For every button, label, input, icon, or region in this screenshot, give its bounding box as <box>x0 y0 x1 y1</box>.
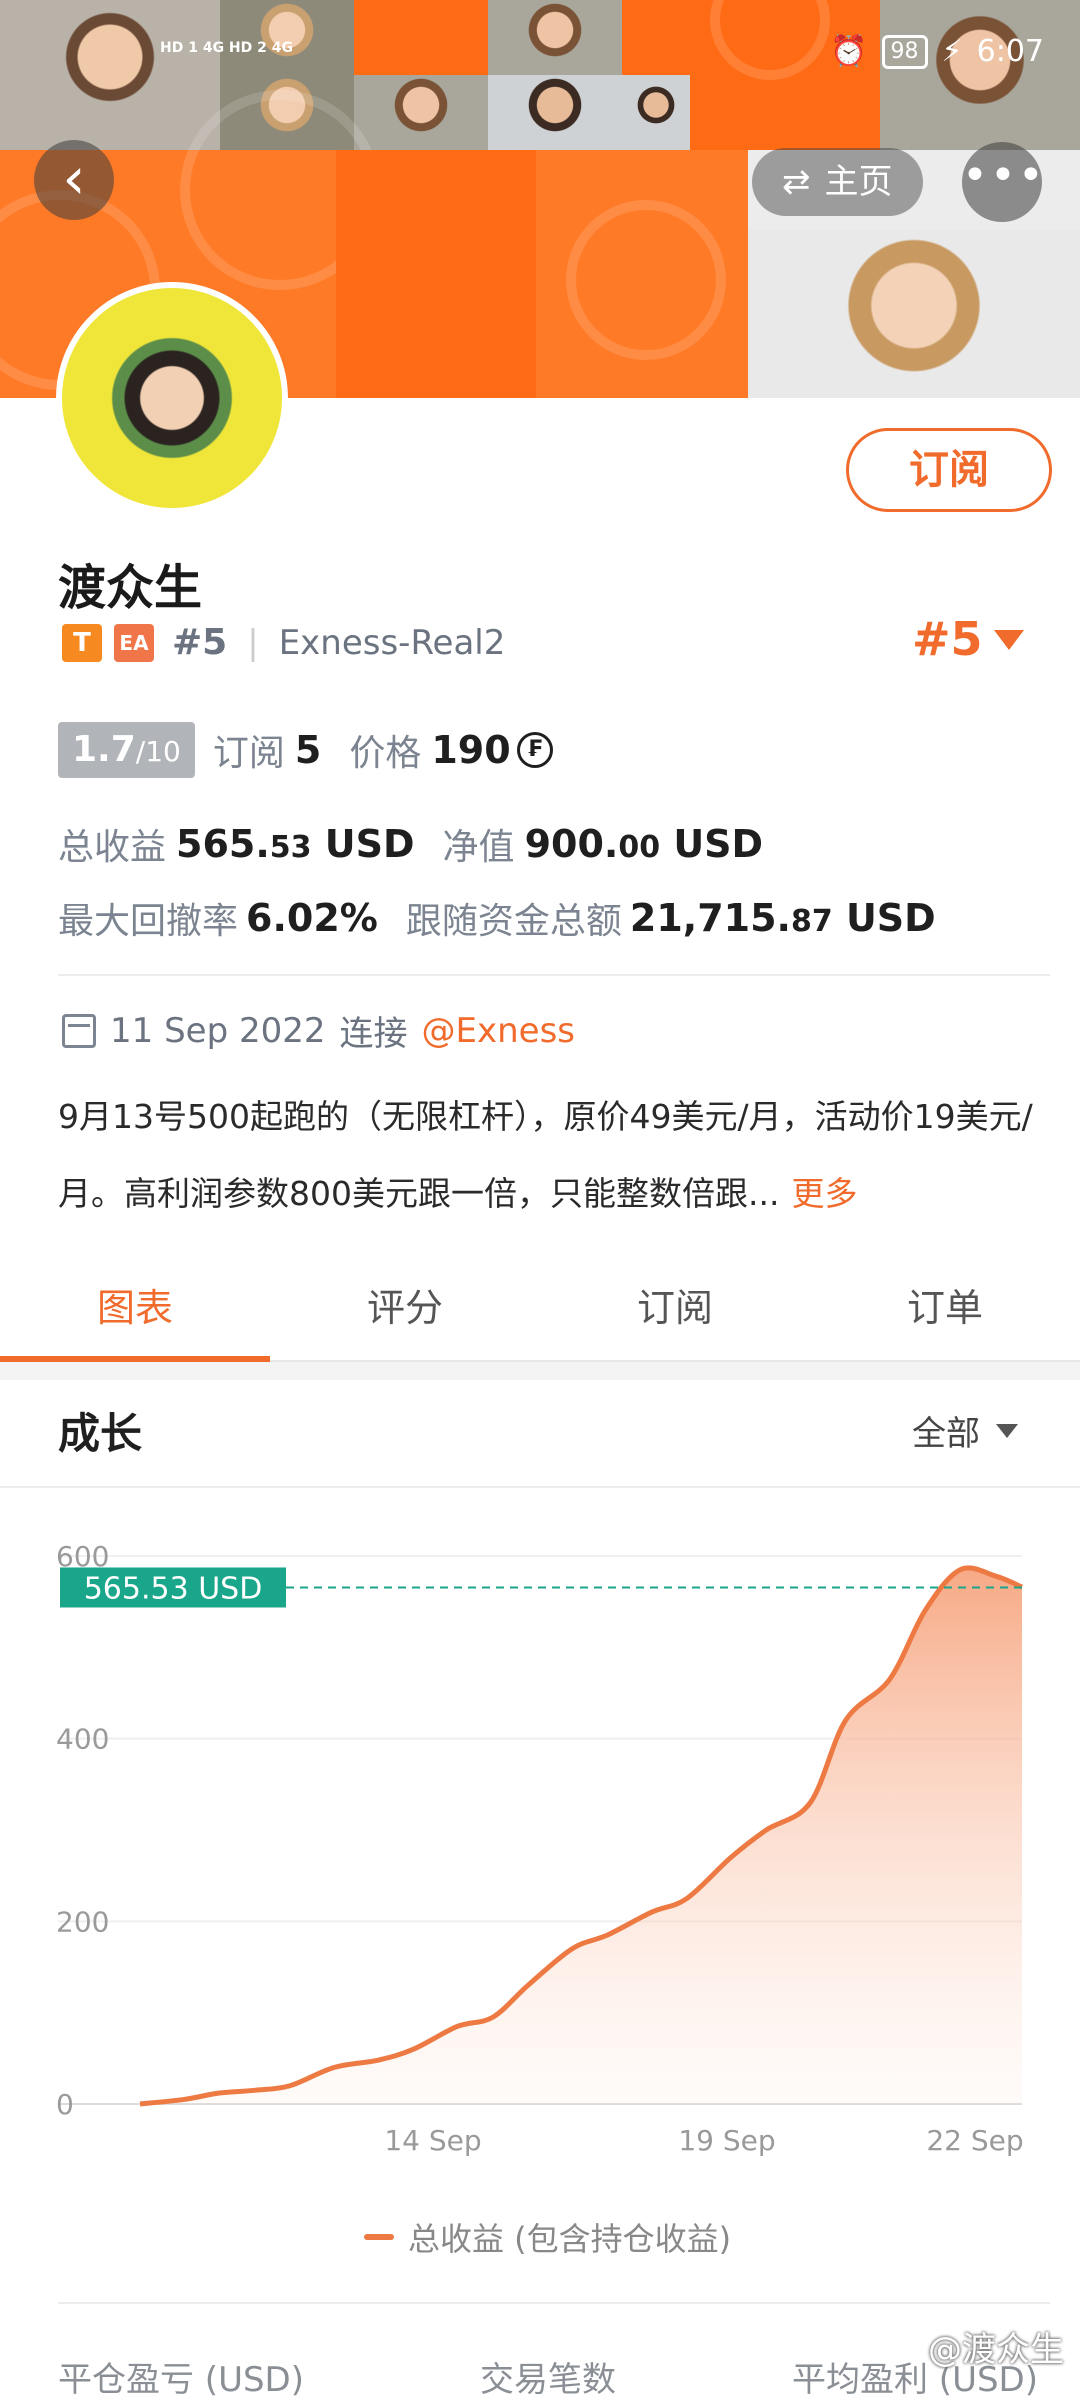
subscribe-button[interactable]: 订阅 <box>846 428 1052 512</box>
back-chevron-icon: ‹ <box>62 144 86 212</box>
rank-dropdown[interactable]: #5 <box>912 612 983 666</box>
section-title: 成长 <box>58 1409 143 1458</box>
summary-columns: 平仓盈亏 (USD) 交易笔数 平均盈利 (USD) <box>58 2352 1038 2400</box>
more-dots-icon: ••• <box>962 150 1046 201</box>
stats-row-1: 1.7/10 订阅 5 价格 190 ₣ <box>58 722 553 778</box>
tab-rating[interactable]: 评分 <box>270 1266 540 1360</box>
divider <box>0 1486 1080 1488</box>
equity-value: 900.00 USD <box>524 822 764 866</box>
alarm-icon: ⏰ <box>830 34 868 69</box>
price-value: 190 <box>431 728 511 772</box>
tab-subscriptions[interactable]: 订阅 <box>540 1266 810 1360</box>
more-link[interactable]: 更多 <box>791 1174 857 1213</box>
drawdown-value: 6.02% <box>246 896 378 940</box>
connect-label: 连接 <box>339 1014 408 1054</box>
equity-label: 净值 <box>442 827 515 868</box>
banner-pattern <box>336 150 536 398</box>
x-tick-label: 14 Sep <box>384 2124 481 2157</box>
description-text: 9月13号500起跑的（无限杠杆），原价49美元/月，活动价19美元/月。高利润… <box>58 1097 1033 1213</box>
banner-photo <box>354 75 488 150</box>
divider <box>58 974 1050 976</box>
broker-link[interactable]: @Exness <box>422 1011 576 1051</box>
network-indicator: HD 1 4G HD 2 4G <box>160 40 293 56</box>
swap-arrows-icon: ⇄ <box>782 162 811 202</box>
tag-t-badge: T <box>62 623 102 662</box>
subscriptions-value: 5 <box>294 728 322 772</box>
chart-legend: 总收益 (包含持仓收益) <box>364 2214 731 2260</box>
account-name: Exness-Real2 <box>278 622 506 663</box>
status-bar: HD 1 4G HD 2 4G ⏰ 98 ⚡ 6:07 <box>0 34 1080 84</box>
banner-pattern <box>536 150 748 398</box>
y-tick-label: 200 <box>56 1905 109 1938</box>
watermark: @渡众生 <box>928 2330 1064 2370</box>
total-profit-value: 565.53 USD <box>176 822 415 866</box>
x-tick-label: 19 Sep <box>678 2124 775 2157</box>
y-tick-label: 0 <box>56 2088 74 2121</box>
subscriptions-label: 订阅 <box>212 733 285 774</box>
growth-chart[interactable]: 0200400600 565.53 USD14 Sep 19 Sep 22 Sep <box>0 1500 1080 2180</box>
followers-funds-value: 21,715.87 USD <box>629 896 936 940</box>
legend-label: 总收益 (包含持仓收益) <box>408 2220 732 2258</box>
rating-badge: 1.7/10 <box>58 722 195 778</box>
coin-icon: ₣ <box>516 732 553 768</box>
stats-row-2: 总收益 565.53 USD 净值 900.00 USD <box>58 818 763 870</box>
price-label: 价格 <box>349 733 422 774</box>
range-label: 全部 <box>912 1414 980 1454</box>
trader-tags: T EA #5 | Exness-Real2 <box>62 622 505 663</box>
drawdown-label: 最大回撤率 <box>58 901 239 942</box>
caret-down-icon[interactable] <box>994 630 1024 650</box>
tag-separator: | <box>247 622 259 663</box>
current-value-label: 565.53 USD <box>84 1571 263 1606</box>
clock: 6:07 <box>976 34 1044 69</box>
trader-name: 渡众生 <box>58 560 203 616</box>
home-label: 主页 <box>824 162 893 202</box>
caret-down-icon <box>996 1423 1018 1438</box>
connection-info: 11 Sep 2022 连接 @Exness <box>62 1006 575 1055</box>
tab-bar: 图表 评分 订阅 订单 <box>0 1266 1080 1362</box>
more-options-button[interactable]: ••• <box>962 142 1044 222</box>
banner-photo <box>748 230 1080 398</box>
banner-photo <box>488 75 622 150</box>
calendar-icon <box>62 1013 96 1048</box>
back-button[interactable]: ‹ <box>34 140 114 220</box>
y-tick-label: 400 <box>56 1723 109 1756</box>
battery-indicator: 98 <box>881 34 928 69</box>
charging-icon: ⚡ <box>941 34 963 69</box>
strategy-description: 9月13号500起跑的（无限杠杆），原价49美元/月，活动价19美元/月。高利润… <box>58 1078 1048 1232</box>
stats-row-3: 最大回撤率 6.02% 跟随资金总额 21,715.87 USD <box>58 892 936 944</box>
rank-small: #5 <box>172 622 228 663</box>
followers-funds-label: 跟随资金总额 <box>405 901 622 942</box>
total-profit-label: 总收益 <box>58 827 167 868</box>
legend-swatch <box>364 2234 394 2240</box>
trade-count-label: 交易笔数 <box>480 2360 616 2400</box>
chart-area-fill <box>140 1567 1022 2104</box>
tab-chart[interactable]: 图表 <box>0 1266 270 1362</box>
closed-pnl-label: 平仓盈亏 (USD) <box>58 2360 304 2400</box>
section-gap <box>0 1362 1080 1380</box>
divider <box>58 2302 1050 2304</box>
home-button[interactable]: ⇄ 主页 <box>752 148 923 216</box>
tag-ea-badge: EA <box>114 623 154 662</box>
connect-date: 11 Sep 2022 <box>110 1010 326 1051</box>
tab-orders[interactable]: 订单 <box>810 1266 1080 1360</box>
x-tick-label: 22 Sep <box>926 2124 1023 2157</box>
range-dropdown[interactable]: 全部 <box>912 1406 1018 1455</box>
avatar[interactable] <box>56 282 288 514</box>
banner-photo <box>622 75 690 150</box>
